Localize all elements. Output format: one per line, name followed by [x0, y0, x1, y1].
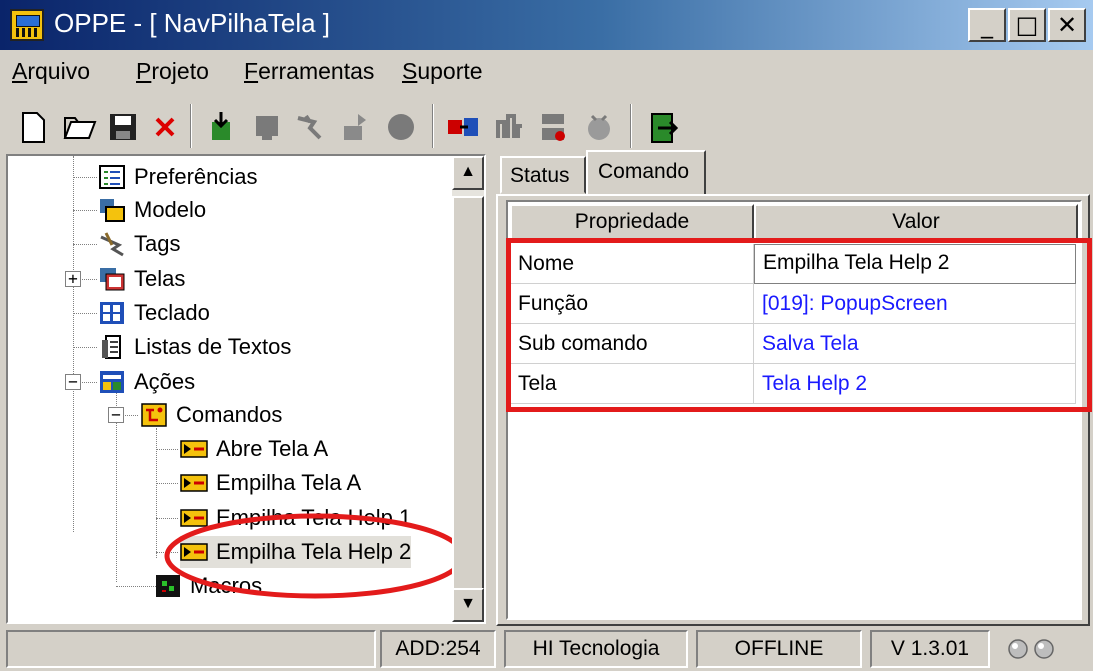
status-led-icon	[1008, 639, 1054, 659]
screens-icon	[100, 268, 125, 291]
tags-icon	[100, 232, 124, 257]
open-folder-icon[interactable]	[60, 108, 98, 146]
close-button[interactable]: ✕	[1048, 8, 1086, 42]
tree-item-preferencias[interactable]: Preferências	[98, 161, 258, 193]
preferences-icon	[99, 165, 125, 189]
exit-icon[interactable]	[644, 108, 682, 146]
commands-icon	[141, 403, 167, 427]
status-company: HI Tecnologia	[504, 630, 688, 668]
toolbar-separator	[190, 104, 192, 148]
highlight-ellipse	[164, 513, 466, 599]
app-icon	[10, 9, 44, 41]
column-header-valor[interactable]: Valor	[754, 204, 1078, 240]
menu-suporte[interactable]: Suporte	[402, 58, 483, 85]
text-list-icon	[102, 335, 121, 359]
tree-item-abre-tela-a[interactable]: Abre Tela A	[180, 433, 328, 465]
menu-arquivo[interactable]: Arquivo	[12, 58, 90, 85]
toolbar-separator	[630, 104, 632, 148]
tree-item-tags[interactable]: Tags	[98, 228, 180, 260]
actions-icon	[100, 371, 124, 393]
command-icon	[180, 440, 208, 458]
tree-item-teclado[interactable]: Teclado	[98, 297, 210, 329]
status-version: V 1.3.01	[870, 630, 990, 668]
tree-item-label: Empilha Tela A	[216, 470, 362, 495]
collapse-comandos-toggle[interactable]: −	[108, 407, 124, 423]
tree-item-comandos[interactable]: Comandos	[140, 399, 282, 431]
minimize-button[interactable]: _	[968, 8, 1006, 42]
delete-icon[interactable]	[146, 108, 184, 146]
maximize-button[interactable]: □	[1008, 8, 1046, 42]
settings-icon[interactable]	[534, 108, 572, 146]
tree-item-modelo[interactable]: Modelo	[98, 194, 206, 226]
expand-telas-toggle[interactable]: +	[65, 271, 81, 287]
tree-item-listas-de-textos[interactable]: Listas de Textos	[98, 331, 291, 363]
status-connection: OFFLINE	[696, 630, 862, 668]
record-icon[interactable]	[382, 108, 420, 146]
command-icon	[180, 474, 208, 492]
save-icon[interactable]	[104, 108, 142, 146]
keyboard-icon	[100, 302, 124, 324]
tab-status[interactable]: Status	[500, 156, 586, 194]
model-icon	[100, 199, 125, 222]
tree-item-label: Tags	[134, 231, 181, 256]
tree-scrollbar[interactable]: ▲ ▼	[452, 156, 484, 622]
new-file-icon[interactable]	[14, 108, 52, 146]
tag-icon[interactable]	[292, 108, 330, 146]
collapse-acoes-toggle[interactable]: −	[65, 374, 81, 390]
menu-ferramentas[interactable]: Ferramentas	[244, 58, 374, 85]
transfer-icon[interactable]	[490, 108, 528, 146]
status-address: ADD:254	[380, 630, 496, 668]
column-header-propriedade[interactable]: Propriedade	[510, 204, 754, 240]
tree-item-label: Listas de Textos	[134, 334, 292, 359]
tree-item-acoes[interactable]: Ações	[98, 366, 195, 398]
screen-icon[interactable]	[248, 108, 286, 146]
tree-item-label: Modelo	[134, 197, 207, 222]
tree-item-label: Teclado	[134, 300, 210, 325]
tree-item-label: Abre Tela A	[216, 436, 329, 461]
status-panel-empty	[6, 630, 376, 668]
tree-item-telas[interactable]: Telas	[98, 263, 185, 295]
scroll-thumb[interactable]	[452, 196, 484, 592]
tree-item-label: Telas	[134, 266, 186, 291]
tree-item-empilha-tela-a[interactable]: Empilha Tela A	[180, 467, 361, 499]
tab-comando[interactable]: Comando	[586, 150, 706, 196]
import-icon[interactable]	[202, 108, 240, 146]
highlight-box	[506, 238, 1092, 412]
tree-item-label: Ações	[134, 369, 196, 394]
toolbar-separator	[432, 104, 434, 148]
scroll-up-button[interactable]: ▲	[452, 156, 484, 190]
scroll-down-button[interactable]: ▼	[452, 588, 484, 622]
tree-item-label: Comandos	[176, 402, 283, 427]
connect-icon[interactable]	[444, 108, 482, 146]
menu-projeto[interactable]: Projeto	[136, 58, 209, 85]
tree-item-label: Preferências	[134, 164, 258, 189]
export-icon[interactable]	[336, 108, 374, 146]
clear-icon[interactable]	[580, 108, 618, 146]
window-title: OPPE - [ NavPilhaTela ]	[54, 8, 330, 38]
